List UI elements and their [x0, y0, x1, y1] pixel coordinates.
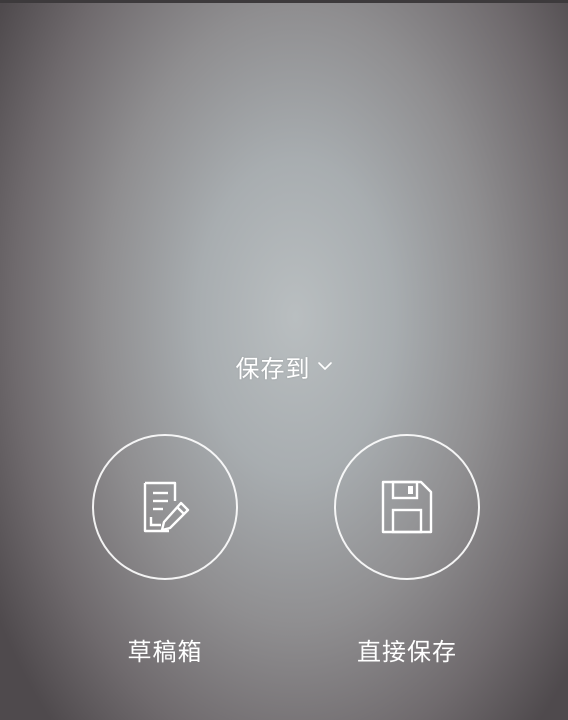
draft-box-button[interactable]: 草稿箱 [92, 434, 238, 667]
floppy-disk-icon [381, 480, 433, 534]
draft-box-label: 草稿箱 [127, 638, 203, 666]
chevron-down-icon [317, 362, 332, 370]
direct-save-button[interactable]: 直接保存 [334, 434, 480, 667]
save-to-title: 保存到 [235, 354, 311, 383]
draft-edit-icon [143, 481, 190, 533]
top-edge [0, 0, 568, 3]
direct-save-label: 直接保存 [357, 638, 457, 666]
save-to-selector[interactable]: 保存到 [0, 348, 568, 384]
direct-save-circle[interactable] [334, 434, 480, 580]
draft-box-circle[interactable] [92, 434, 238, 580]
